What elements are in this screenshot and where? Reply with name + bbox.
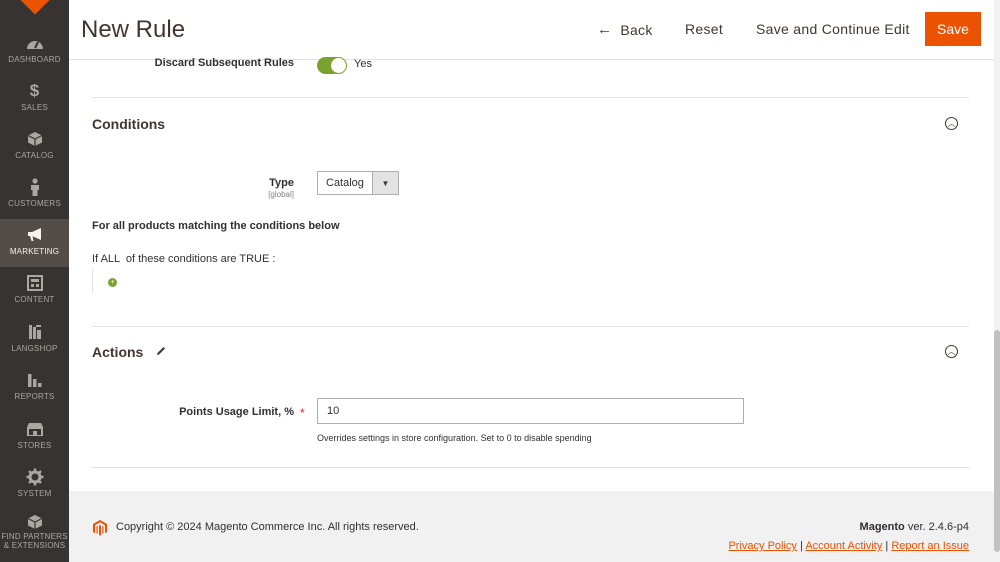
- nav-label: Stores: [17, 441, 52, 450]
- collapse-conditions-icon[interactable]: ︿: [945, 117, 958, 130]
- nav-label: Reports: [14, 392, 55, 401]
- nav-item-reports[interactable]: Reports: [0, 364, 69, 412]
- privacy-policy-link[interactable]: Privacy Policy: [728, 540, 796, 552]
- value-selector[interactable]: TRUE: [239, 253, 269, 265]
- nav-label: Marketing: [9, 247, 60, 256]
- langshop-icon: [0, 322, 69, 342]
- nav-item-system[interactable]: System: [0, 461, 69, 509]
- conditions-heading: For all products matching the conditions…: [92, 220, 340, 232]
- save-and-continue-button[interactable]: Save and Continue Edit: [756, 21, 910, 37]
- section-divider: [92, 467, 969, 468]
- conditions-tree-line: [92, 269, 93, 293]
- footer-links: Privacy Policy | Account Activity | Repo…: [728, 540, 969, 552]
- nav-item-marketing[interactable]: Marketing: [0, 219, 69, 267]
- partners-box-icon: [0, 512, 69, 532]
- nav-label: Sales: [21, 103, 48, 112]
- admin-sidebar: Dashboard $ Sales Catalog Customers Mark…: [0, 0, 69, 562]
- gear-icon: [0, 467, 69, 487]
- report-issue-link[interactable]: Report an Issue: [891, 540, 969, 552]
- layout-icon: [0, 273, 69, 293]
- nav-item-find-partners[interactable]: Find Partners & Extensions: [0, 510, 69, 562]
- back-button[interactable]: ← Back: [597, 21, 653, 38]
- dashboard-icon: [0, 33, 69, 53]
- type-label: Type: [269, 177, 294, 189]
- required-indicator: *: [300, 406, 305, 420]
- scrollbar[interactable]: [994, 0, 1000, 562]
- page-footer: Copyright © 2024 Magento Commerce Inc. A…: [69, 491, 994, 562]
- arrow-left-icon: ←: [597, 21, 613, 38]
- section-divider: [92, 326, 969, 327]
- nav-label: Customers: [8, 199, 61, 208]
- nav-item-langshop[interactable]: Langshop: [0, 316, 69, 364]
- points-usage-note: Overrides settings in store configuratio…: [317, 433, 592, 443]
- brand-name: Magento: [859, 521, 905, 533]
- toggle-knob: [331, 58, 346, 73]
- nav-item-customers[interactable]: Customers: [0, 171, 69, 219]
- nav-label: Find Partners & Extensions: [1, 532, 68, 550]
- nav-label: Langshop: [11, 344, 58, 353]
- collapse-actions-icon[interactable]: ︿: [945, 345, 958, 358]
- nav-item-stores[interactable]: Stores: [0, 413, 69, 461]
- person-icon: [0, 177, 69, 197]
- magento-logo[interactable]: [19, 0, 51, 15]
- add-condition-icon[interactable]: +: [108, 278, 117, 287]
- type-scope: [global]: [268, 190, 294, 199]
- conditions-section-title[interactable]: Conditions: [92, 116, 165, 132]
- points-usage-limit-input[interactable]: [317, 398, 744, 424]
- nav-item-content[interactable]: Content: [0, 267, 69, 315]
- nav-label: System: [17, 489, 52, 498]
- megaphone-icon: [0, 225, 69, 245]
- actions-section-title[interactable]: Actions: [92, 344, 143, 360]
- aggregator-selector[interactable]: ALL: [101, 253, 120, 265]
- magento-logo-icon: [93, 520, 107, 536]
- page-title: New Rule: [81, 16, 186, 43]
- cond-prefix: If: [92, 253, 101, 265]
- points-usage-limit-label: Points Usage Limit, %: [179, 406, 294, 418]
- store-icon: [0, 419, 69, 439]
- version-number: ver. 2.4.6-p4: [904, 521, 969, 533]
- cube-icon: [0, 129, 69, 149]
- nav-label: Catalog: [15, 151, 54, 160]
- conditions-rule-line: If ALL of these conditions are TRUE :: [92, 253, 275, 265]
- cond-middle: of these conditions are: [119, 253, 240, 265]
- dollar-icon: $: [29, 81, 40, 100]
- discard-rules-value: Yes: [354, 58, 372, 70]
- copyright-text: Copyright © 2024 Magento Commerce Inc. A…: [116, 521, 419, 533]
- nav-item-sales[interactable]: $ Sales: [0, 75, 69, 123]
- nav-label: Content: [14, 295, 55, 304]
- type-select-value: Catalog: [326, 177, 364, 189]
- pencil-icon[interactable]: [155, 345, 167, 357]
- nav-label: Dashboard: [8, 55, 61, 64]
- back-button-label: Back: [620, 21, 653, 38]
- save-button[interactable]: Save: [925, 12, 981, 46]
- type-select[interactable]: Catalog ▼: [317, 171, 399, 195]
- scrollbar-thumb[interactable]: [994, 330, 1000, 552]
- nav-item-dashboard[interactable]: Dashboard: [0, 27, 69, 75]
- account-activity-link[interactable]: Account Activity: [805, 540, 882, 552]
- version-info: Magento ver. 2.4.6-p4: [860, 521, 969, 533]
- type-label-group: Type [global]: [219, 177, 294, 199]
- discard-rules-label: Discard Subsequent Rules: [154, 57, 294, 69]
- section-divider: [92, 97, 969, 98]
- discard-rules-toggle[interactable]: [317, 57, 347, 74]
- cond-suffix: :: [269, 253, 276, 265]
- reset-button[interactable]: Reset: [685, 21, 723, 37]
- nav-item-catalog[interactable]: Catalog: [0, 123, 69, 171]
- chevron-down-icon: ▼: [372, 172, 398, 194]
- page-header: New Rule ← Back Reset Save and Continue …: [69, 0, 994, 60]
- bar-chart-icon: [0, 370, 69, 390]
